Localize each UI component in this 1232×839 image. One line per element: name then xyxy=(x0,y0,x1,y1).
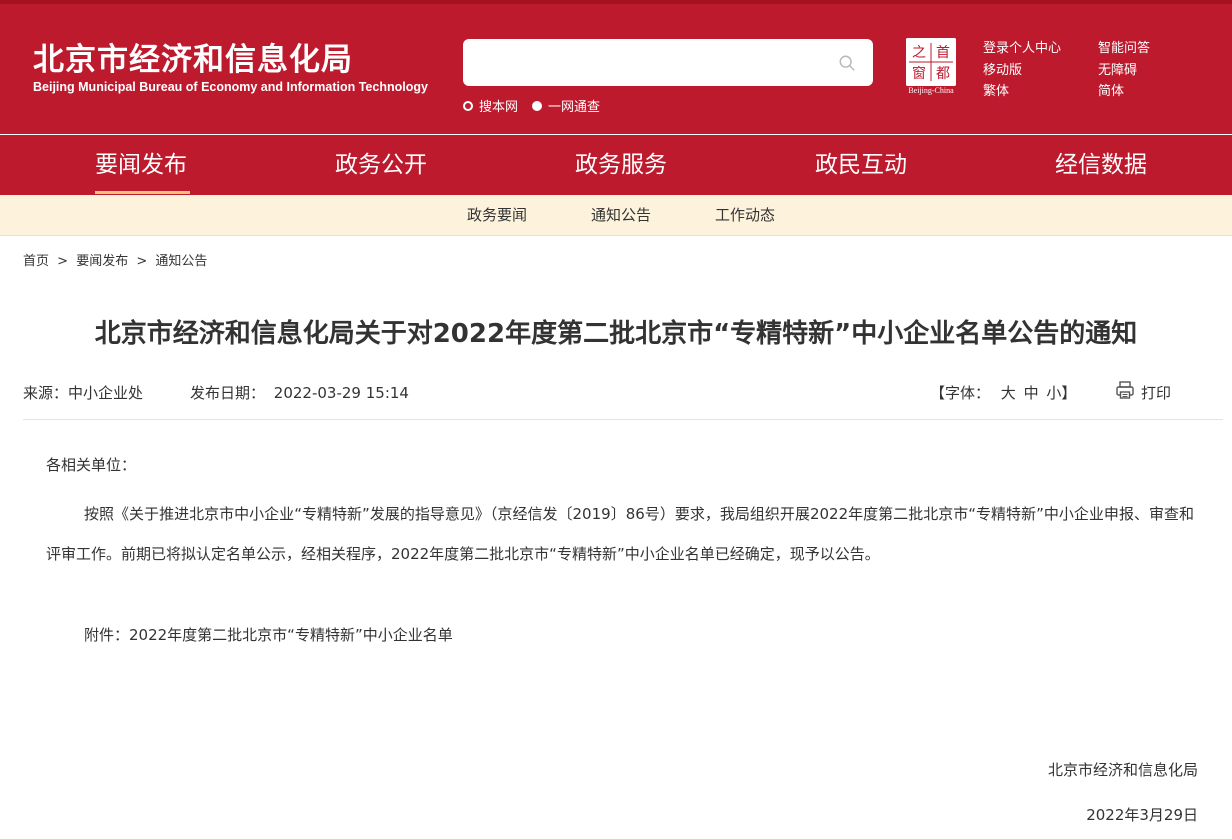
nav-gov-affairs[interactable]: 政务公开 xyxy=(335,135,427,195)
logo-char-3: 窗 xyxy=(912,65,926,82)
breadcrumb-home[interactable]: 首页 xyxy=(23,254,49,269)
radio-label-site[interactable]: 搜本网 xyxy=(479,96,518,115)
traditional-link[interactable]: 繁体 xyxy=(983,81,1061,103)
breadcrumb-separator: > xyxy=(136,254,148,269)
header-links-right: 智能问答 无障碍 简体 xyxy=(1098,38,1150,103)
nav-interaction[interactable]: 政民互动 xyxy=(815,135,907,195)
breadcrumb: 首页 > 要闻发布 > 通知公告 xyxy=(23,250,211,269)
site-name-en: Beijing Municipal Bureau of Economy and … xyxy=(33,80,428,94)
radio-site-search[interactable] xyxy=(463,100,473,111)
printer-icon[interactable] xyxy=(1115,380,1135,400)
nav-news[interactable]: 要闻发布 xyxy=(95,135,187,195)
date-value: 2022-03-29 15:14 xyxy=(273,384,409,402)
article-source: 来源：中小企业处 xyxy=(23,382,143,403)
font-size-control: 【字体： 大 中 小】 xyxy=(930,382,1076,403)
font-close: 】 xyxy=(1061,384,1077,402)
breadcrumb-separator: > xyxy=(57,254,69,269)
article-title: 北京市经济和信息化局关于对2022年度第二批北京市“专精特新”中小企业名单公告的… xyxy=(94,319,1138,349)
font-medium-button[interactable]: 中 xyxy=(1024,384,1039,402)
article-signature: 北京市经济和信息化局 xyxy=(1047,761,1198,779)
site-header: 北京市经济和信息化局 Beijing Municipal Bureau of E… xyxy=(0,0,1232,134)
capital-window-logo[interactable]: 之 首 窗 都 xyxy=(906,38,956,86)
font-label: 【字体： xyxy=(930,384,991,402)
search-input[interactable] xyxy=(477,48,827,77)
article-salutation: 各相关单位： xyxy=(46,456,137,474)
font-small-button[interactable]: 小 xyxy=(1046,384,1061,402)
site-name[interactable]: 北京市经济和信息化局 xyxy=(33,34,353,79)
article-sign-date: 2022年3月29日 xyxy=(1086,806,1198,824)
subnav-work-news[interactable]: 工作动态 xyxy=(715,195,775,236)
simplified-link[interactable]: 简体 xyxy=(1098,81,1150,103)
sub-nav: 政务要闻 通知公告 工作动态 xyxy=(0,195,1232,236)
logo-caption: Beijing-China xyxy=(908,86,954,95)
meta-divider xyxy=(23,419,1223,420)
mobile-link[interactable]: 移动版 xyxy=(983,60,1061,82)
nav-gov-services[interactable]: 政务服务 xyxy=(575,135,667,195)
radio-all-search[interactable] xyxy=(532,100,543,111)
logo-char-1: 之 xyxy=(912,45,926,61)
date-label: 发布日期： xyxy=(190,384,266,402)
article-attachment[interactable]: 附件：2022年度第二批北京市“专精特新”中小企业名单 xyxy=(84,624,453,645)
header-top-line xyxy=(0,0,1232,4)
nav-data[interactable]: 经信数据 xyxy=(1055,135,1147,195)
article-body: 按照《关于推进北京市中小企业“专精特新”发展的指导意见》（京经信发〔2019〕8… xyxy=(46,505,1194,563)
search-scope: 搜本网 一网通查 xyxy=(463,96,614,115)
login-link[interactable]: 登录个人中心 xyxy=(983,38,1061,60)
nav-active-underline xyxy=(95,191,190,194)
smart-qa-link[interactable]: 智能问答 xyxy=(1098,38,1150,60)
main-nav: 要闻发布 政务公开 政务服务 政民互动 经信数据 xyxy=(0,135,1232,195)
subnav-gov-news[interactable]: 政务要闻 xyxy=(467,195,527,236)
radio-label-all[interactable]: 一网通查 xyxy=(548,96,600,115)
print-button[interactable]: 打印 xyxy=(1141,382,1171,403)
accessibility-link[interactable]: 无障碍 xyxy=(1098,60,1150,82)
breadcrumb-notices[interactable]: 通知公告 xyxy=(155,254,207,269)
subnav-notices[interactable]: 通知公告 xyxy=(591,195,651,236)
breadcrumb-news[interactable]: 要闻发布 xyxy=(76,254,128,269)
article-date: 发布日期： 2022-03-29 15:14 xyxy=(190,382,409,403)
header-links-left: 登录个人中心 移动版 繁体 xyxy=(983,38,1061,103)
search-icon[interactable] xyxy=(838,54,856,72)
font-large-button[interactable]: 大 xyxy=(1001,384,1016,402)
logo-char-2: 首 xyxy=(936,45,950,61)
source-value: 中小企业处 xyxy=(68,384,144,402)
source-label: 来源： xyxy=(23,384,69,402)
search-box xyxy=(463,39,873,86)
logo-char-4: 都 xyxy=(936,66,950,82)
